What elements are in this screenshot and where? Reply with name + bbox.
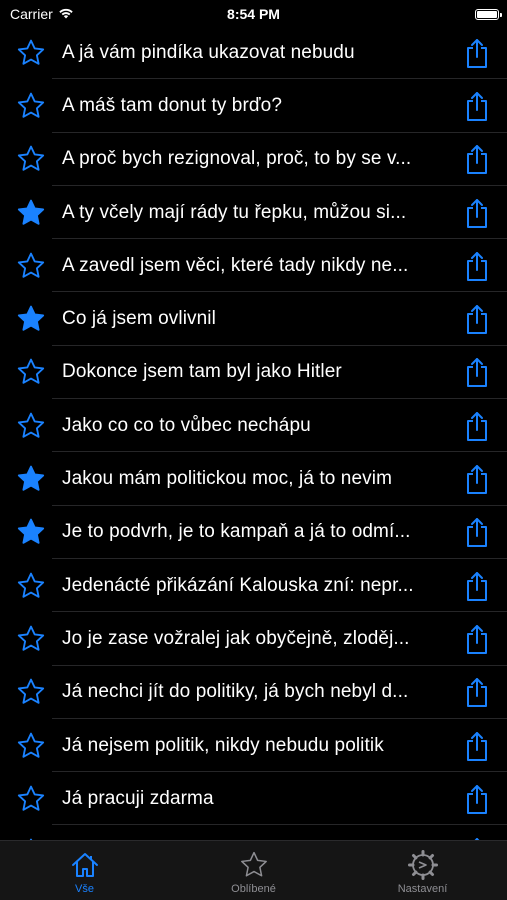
quote-text: Dokonce jsem tam byl jako Hitler	[62, 361, 342, 383]
quote-row[interactable]: Dokonce jsem tam byl jako Hitler	[0, 346, 507, 400]
quote-row[interactable]: Jedenácté přikázání Kalouska zní: nepr..…	[0, 559, 507, 613]
share-icon[interactable]	[463, 783, 491, 815]
star-icon[interactable]	[15, 356, 47, 388]
share-icon[interactable]	[463, 676, 491, 708]
share-icon[interactable]	[463, 37, 491, 69]
share-icon[interactable]	[463, 623, 491, 655]
quote-text: Jako co co to vůbec nechápu	[62, 414, 311, 436]
star-icon[interactable]	[15, 676, 47, 708]
quote-row[interactable]: Já nejsem politik, nikdy nebudu politik	[0, 719, 507, 773]
quote-row[interactable]: Jako co co to vůbec nechápu	[0, 399, 507, 453]
star-icon[interactable]	[15, 463, 47, 495]
share-icon[interactable]	[463, 250, 491, 282]
star-icon[interactable]	[15, 570, 47, 602]
quote-list[interactable]: A já vám pindíka ukazovat nebudu A máš ta…	[0, 26, 507, 840]
carrier-label: Carrier	[10, 6, 53, 22]
quote-row[interactable]: A proč bych rezignoval, proč, to by se v…	[0, 133, 507, 187]
quote-row[interactable]: Jo je zase vožralej jak obyčejně, zloděj…	[0, 612, 507, 666]
star-icon[interactable]	[15, 197, 47, 229]
quote-row[interactable]: Jakou mám politickou moc, já to nevim	[0, 452, 507, 506]
quote-text: A ty včely mají rády tu řepku, můžou si.…	[62, 201, 407, 223]
quote-text: A proč bych rezignoval, proč, to by se v…	[62, 148, 412, 170]
share-icon[interactable]	[463, 730, 491, 762]
tab-all[interactable]: Vše	[0, 841, 169, 900]
share-icon[interactable]	[463, 570, 491, 602]
quote-text: A máš tam donut ty brďo?	[62, 94, 283, 116]
star-icon[interactable]	[15, 410, 47, 442]
quote-row[interactable]: A ty včely mají rády tu řepku, můžou si.…	[0, 186, 507, 240]
star-icon[interactable]	[15, 143, 47, 175]
quote-row[interactable]	[0, 825, 507, 840]
tab-label: Nastavení	[397, 883, 448, 895]
quote-text: A já vám pindíka ukazovat nebudu	[62, 41, 355, 63]
share-icon[interactable]	[463, 143, 491, 175]
quote-row[interactable]: Je to podvrh, je to kampaň a já to odmí.…	[0, 506, 507, 560]
quote-text: Co já jsem ovlivnil	[62, 308, 216, 330]
gear-icon	[407, 850, 438, 880]
quote-text: Jedenácté přikázání Kalouska zní: nepr..…	[62, 574, 414, 596]
share-icon[interactable]	[463, 410, 491, 442]
star-icon[interactable]	[15, 250, 47, 282]
tab-label: Oblíbené	[231, 883, 276, 895]
star-icon[interactable]	[15, 623, 47, 655]
tab-favorites[interactable]: Oblíbené	[169, 841, 338, 900]
quote-row[interactable]: Co já jsem ovlivnil	[0, 292, 507, 347]
tab-bar: Vše Oblíbené Nastavení	[0, 840, 507, 900]
star-icon[interactable]	[15, 730, 47, 762]
tab-label: Vše	[75, 883, 94, 895]
quote-text: Já nejsem politik, nikdy nebudu politik	[62, 734, 384, 756]
quote-text: A zavedl jsem věci, které tady nikdy ne.…	[62, 254, 409, 276]
tab-settings[interactable]: Nastavení	[338, 841, 507, 900]
quote-text: Já pracuji zdarma	[62, 787, 214, 809]
share-icon[interactable]	[463, 90, 491, 122]
battery-icon	[475, 8, 502, 20]
star-icon[interactable]	[15, 303, 47, 335]
share-icon[interactable]	[463, 516, 491, 548]
star-icon[interactable]	[15, 783, 47, 815]
share-icon[interactable]	[463, 356, 491, 388]
star-icon	[239, 850, 269, 880]
quote-row[interactable]: A zavedl jsem věci, které tady nikdy ne.…	[0, 239, 507, 293]
star-icon[interactable]	[15, 37, 47, 69]
status-left: Carrier	[10, 6, 74, 22]
quote-row[interactable]: Já nechci jít do politiky, já bych nebyl…	[0, 666, 507, 720]
quote-row[interactable]: Já pracuji zdarma	[0, 772, 507, 826]
share-icon[interactable]	[463, 303, 491, 335]
quote-text: Je to podvrh, je to kampaň a já to odmí.…	[62, 521, 411, 543]
status-time: 8:54 PM	[227, 6, 280, 22]
quote-text: Jo je zase vožralej jak obyčejně, zloděj…	[62, 627, 410, 649]
star-icon[interactable]	[15, 516, 47, 548]
wifi-icon	[58, 6, 74, 22]
quote-row[interactable]: A máš tam donut ty brďo?	[0, 79, 507, 133]
quote-text: Já nechci jít do politiky, já bych nebyl…	[62, 681, 409, 703]
share-icon[interactable]	[463, 197, 491, 229]
house-icon	[70, 850, 100, 880]
quote-text: Jakou mám politickou moc, já to nevim	[62, 468, 392, 490]
quote-row[interactable]: A já vám pindíka ukazovat nebudu	[0, 26, 507, 80]
share-icon[interactable]	[463, 463, 491, 495]
status-bar: Carrier 8:54 PM	[0, 0, 507, 28]
star-icon[interactable]	[15, 90, 47, 122]
